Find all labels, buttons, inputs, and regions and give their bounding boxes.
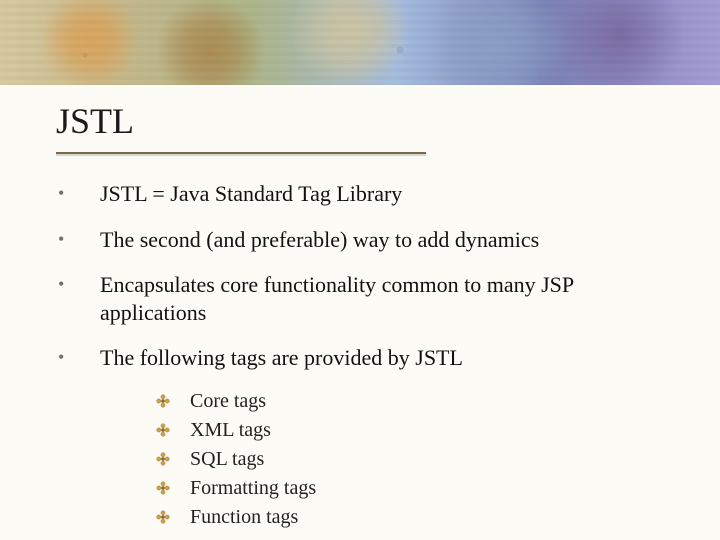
- sub-bullet-item: SQL tags: [156, 448, 680, 471]
- bullet-text: Encapsulates core functionality common t…: [100, 271, 680, 326]
- flower-bullet-icon: [156, 481, 190, 495]
- flower-bullet-icon: [156, 452, 190, 466]
- sub-list: Core tags XML tags SQL tags Formatting t…: [156, 390, 680, 529]
- sub-bullet-item: Function tags: [156, 506, 680, 529]
- sub-bullet-text: XML tags: [190, 419, 271, 442]
- bullet-item: • The following tags are provided by JST…: [56, 344, 680, 372]
- bullet-dot-icon: •: [56, 180, 100, 206]
- flower-bullet-icon: [156, 423, 190, 437]
- bullet-dot-icon: •: [56, 344, 100, 370]
- bullet-text: The following tags are provided by JSTL: [100, 344, 680, 372]
- flower-bullet-icon: [156, 394, 190, 408]
- sub-bullet-item: Formatting tags: [156, 477, 680, 500]
- title-underline: [56, 152, 426, 154]
- slide-title: JSTL: [56, 100, 134, 142]
- sub-bullet-item: Core tags: [156, 390, 680, 413]
- sub-bullet-text: Formatting tags: [190, 477, 316, 500]
- bullet-item: • The second (and preferable) way to add…: [56, 226, 680, 254]
- flower-bullet-icon: [156, 510, 190, 524]
- slide: JSTL • JSTL = Java Standard Tag Library …: [0, 0, 720, 540]
- sub-bullet-text: Function tags: [190, 506, 298, 529]
- bullet-text: JSTL = Java Standard Tag Library: [100, 180, 680, 208]
- sub-bullet-text: Core tags: [190, 390, 266, 413]
- decorative-banner: [0, 0, 720, 85]
- slide-body: • JSTL = Java Standard Tag Library • The…: [56, 180, 680, 535]
- bullet-item: • JSTL = Java Standard Tag Library: [56, 180, 680, 208]
- bullet-dot-icon: •: [56, 271, 100, 297]
- sub-bullet-text: SQL tags: [190, 448, 264, 471]
- bullet-text: The second (and preferable) way to add d…: [100, 226, 680, 254]
- bullet-item: • Encapsulates core functionality common…: [56, 271, 680, 326]
- sub-bullet-item: XML tags: [156, 419, 680, 442]
- bullet-dot-icon: •: [56, 226, 100, 252]
